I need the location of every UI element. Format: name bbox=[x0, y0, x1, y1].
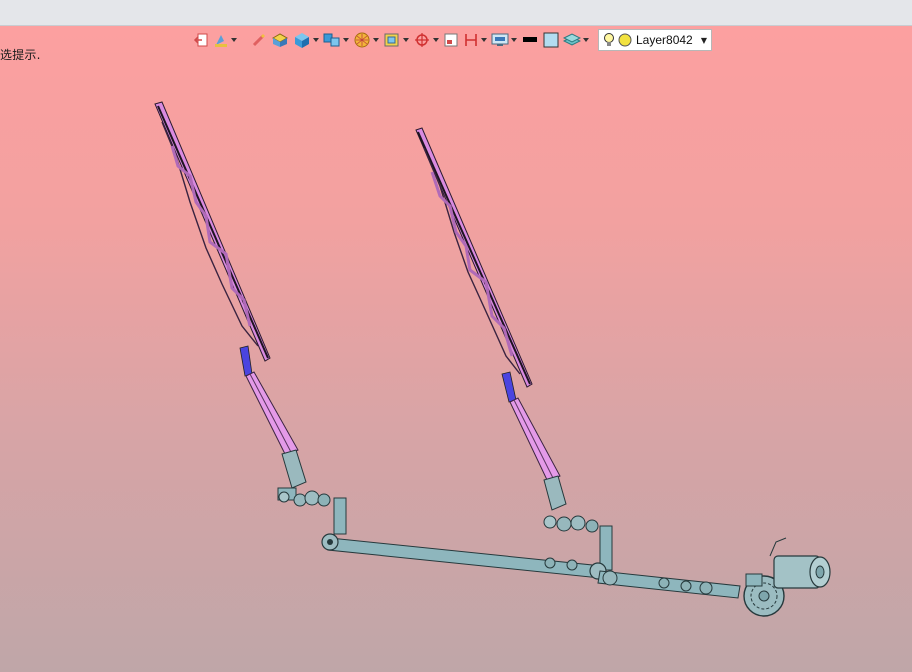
display-monitor-icon bbox=[491, 33, 509, 46]
display-button[interactable] bbox=[490, 30, 518, 50]
section-view-button[interactable] bbox=[462, 30, 488, 50]
style-paint-icon bbox=[215, 35, 227, 47]
snap-target-icon bbox=[415, 33, 429, 47]
solid-shaded-icon bbox=[271, 33, 289, 47]
lightbulb-icon[interactable] bbox=[603, 32, 615, 48]
layer-stack-button[interactable] bbox=[562, 30, 590, 50]
snap-button[interactable] bbox=[412, 30, 440, 50]
wiper-assembly-model[interactable] bbox=[0, 26, 912, 672]
pick-pen-icon bbox=[252, 33, 266, 47]
pick-button[interactable] bbox=[250, 30, 268, 50]
fit-all-icon bbox=[384, 33, 399, 47]
zoom-window-button[interactable] bbox=[442, 30, 460, 50]
wiper-motor[interactable] bbox=[743, 537, 831, 617]
view-toolbar: Layer8042 ▼ bbox=[192, 29, 712, 51]
section-view-icon bbox=[465, 34, 477, 46]
render-button[interactable] bbox=[352, 30, 380, 50]
layer-color-circle-icon[interactable] bbox=[618, 33, 632, 47]
fit-all-button[interactable] bbox=[382, 30, 410, 50]
chevron-down-icon[interactable]: ▼ bbox=[701, 36, 707, 45]
multi-view-icon bbox=[323, 33, 340, 47]
shaded-button[interactable] bbox=[270, 30, 290, 50]
line-color-icon bbox=[523, 37, 537, 42]
render-sphere-icon bbox=[354, 32, 370, 48]
zoom-window-icon bbox=[444, 33, 458, 47]
line-color-button[interactable] bbox=[520, 30, 540, 50]
right-wiper-blade[interactable] bbox=[415, 127, 533, 403]
linkage-bar[interactable] bbox=[321, 533, 741, 599]
fill-color-button[interactable] bbox=[542, 30, 560, 50]
exit-arrow-icon bbox=[193, 33, 208, 47]
right-wiper-arm[interactable] bbox=[509, 397, 613, 571]
left-wiper-blade[interactable] bbox=[154, 101, 271, 377]
layer-stack-icon bbox=[563, 33, 581, 46]
view-cube-icon bbox=[295, 33, 309, 48]
left-wiper-arm[interactable] bbox=[245, 371, 347, 535]
3d-viewport[interactable]: 选提示. Layer8042 ▼ bbox=[0, 26, 912, 672]
exit-button[interactable] bbox=[192, 30, 210, 50]
style-button[interactable] bbox=[212, 30, 238, 50]
title-strip bbox=[0, 0, 912, 26]
view-cube-button[interactable] bbox=[292, 30, 320, 50]
multi-view-button[interactable] bbox=[322, 30, 350, 50]
layer-select[interactable]: Layer8042 ▼ bbox=[598, 29, 712, 51]
layer-name: Layer8042 bbox=[636, 33, 693, 47]
fill-color-icon bbox=[543, 32, 559, 48]
